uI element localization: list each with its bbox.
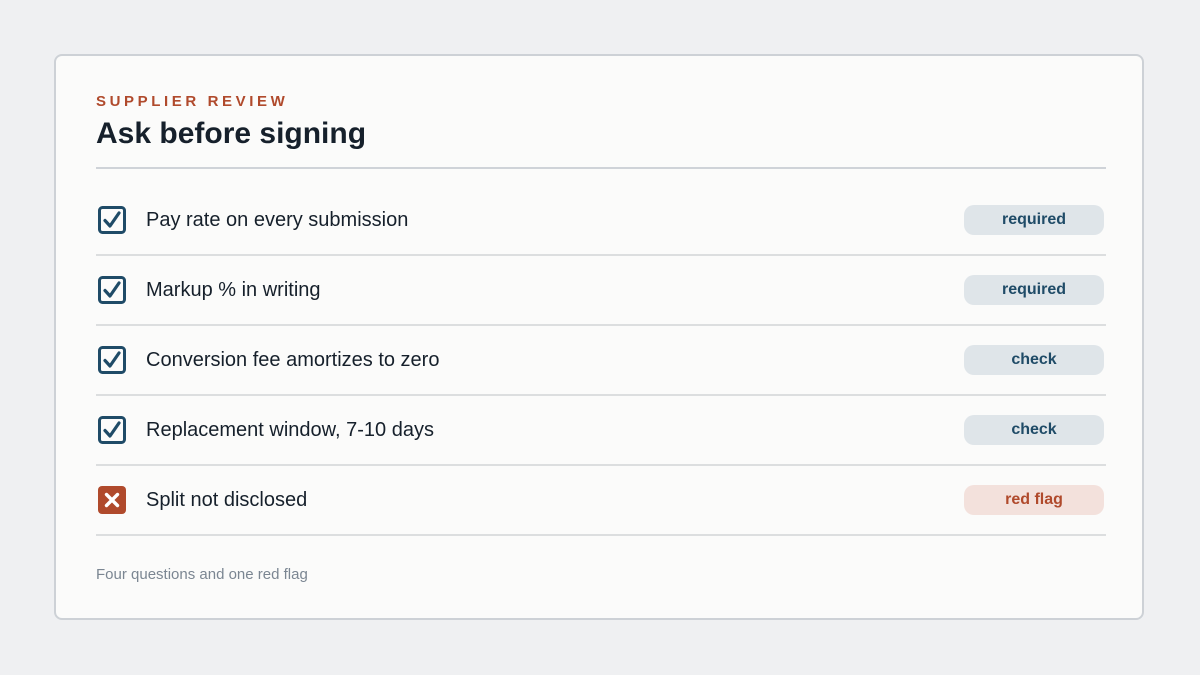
checklist-item-label: Pay rate on every submission (146, 208, 409, 231)
checklist-item-label: Markup % in writing (146, 278, 321, 301)
checklist: Pay rate on every submission required Ma… (96, 186, 1106, 536)
checkbox-checked-icon[interactable] (97, 415, 127, 445)
checklist-item[interactable]: Conversion fee amortizes to zero check (96, 326, 1106, 396)
supplier-review-card: SUPPLIER REVIEW Ask before signing Pay r… (54, 54, 1144, 620)
red-flag-badge: red flag (964, 485, 1104, 515)
checkbox-checked-icon[interactable] (97, 345, 127, 375)
status-badge: check (964, 345, 1104, 375)
checklist-item-label: Conversion fee amortizes to zero (146, 348, 440, 371)
page-title: Ask before signing (96, 117, 367, 150)
status-badge: required (964, 205, 1104, 235)
section-eyebrow: SUPPLIER REVIEW (96, 93, 289, 110)
checklist-item-label: Replacement window, 7-10 days (146, 418, 434, 441)
checkbox-checked-icon[interactable] (97, 205, 127, 235)
x-box-icon[interactable] (97, 485, 127, 515)
checklist-item[interactable]: Replacement window, 7-10 days check (96, 396, 1106, 466)
status-badge: required (964, 275, 1104, 305)
footer-note: Four questions and one red flag (96, 566, 308, 583)
checklist-item[interactable]: Markup % in writing required (96, 256, 1106, 326)
checkbox-checked-icon[interactable] (97, 275, 127, 305)
status-badge: check (964, 415, 1104, 445)
checklist-item-label: Split not disclosed (146, 488, 308, 511)
checklist-item[interactable]: Split not disclosed red flag (96, 466, 1106, 536)
header-divider (96, 167, 1106, 169)
checklist-item[interactable]: Pay rate on every submission required (96, 186, 1106, 256)
